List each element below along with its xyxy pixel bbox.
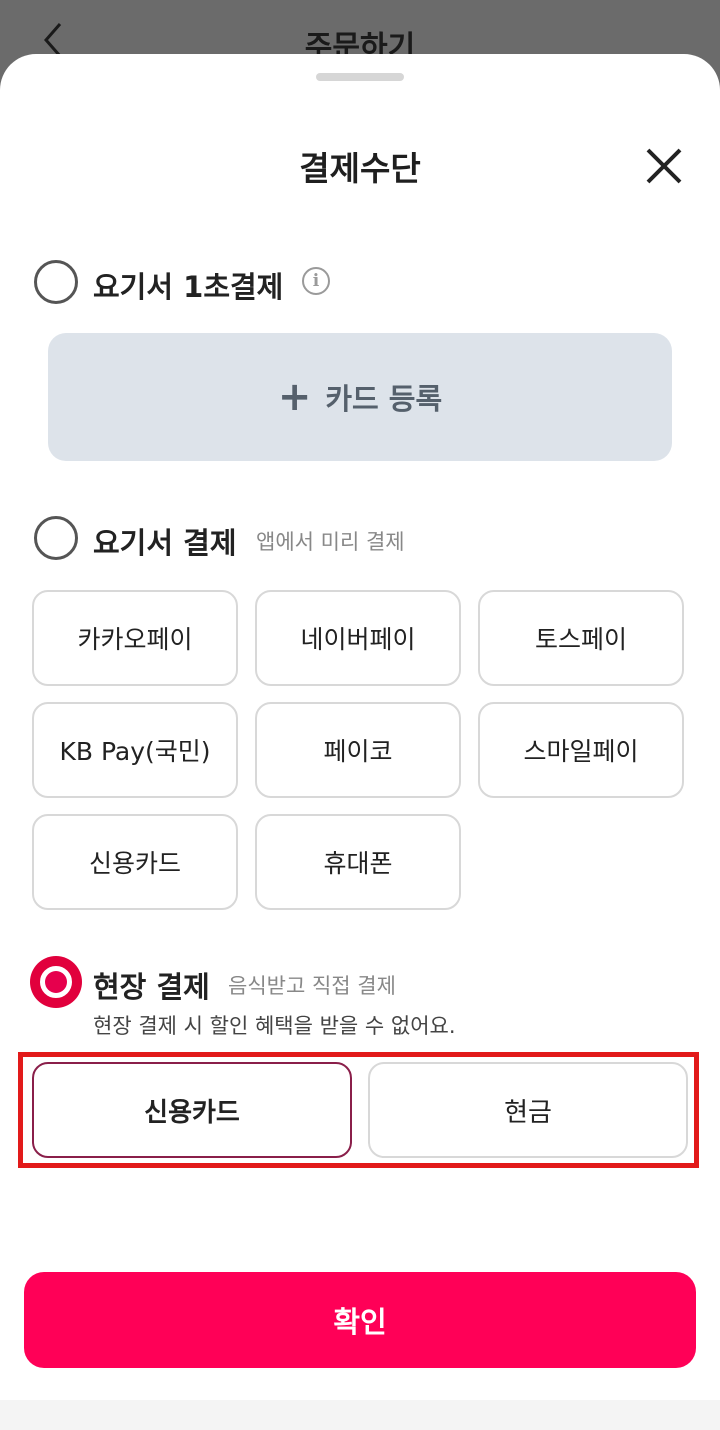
onsite-pay-label: 현장 결제	[93, 970, 210, 1004]
sheet-grabber[interactable]	[316, 73, 404, 81]
quick-pay-label: 요기서 1초결제	[93, 270, 284, 304]
info-icon[interactable]: i	[302, 267, 330, 295]
onsite-method-credit-card[interactable]: 신용카드	[32, 1062, 352, 1158]
onsite-pay-notice: 현장 결제 시 할인 혜택을 받을 수 없어요.	[93, 1014, 456, 1038]
pay-method-tosspay[interactable]: 토스페이	[478, 590, 684, 686]
close-icon[interactable]	[640, 142, 688, 190]
radio-selected-dot	[45, 971, 67, 993]
onsite-method-cash[interactable]: 현금	[368, 1062, 688, 1158]
confirm-button[interactable]: 확인	[24, 1272, 696, 1368]
plus-icon: +	[277, 374, 312, 420]
pay-method-smilepay[interactable]: 스마일페이	[478, 702, 684, 798]
pay-method-kbpay[interactable]: KB Pay(국민)	[32, 702, 238, 798]
bottom-strip	[0, 1400, 720, 1430]
radio-onsite-pay[interactable]	[34, 960, 78, 1004]
pay-method-payco[interactable]: 페이코	[255, 702, 461, 798]
pay-method-naverpay[interactable]: 네이버페이	[255, 590, 461, 686]
card-register-button[interactable]: + 카드 등록	[48, 333, 672, 461]
pay-method-mobile[interactable]: 휴대폰	[255, 814, 461, 910]
radio-app-pay[interactable]	[34, 516, 78, 560]
app-pay-label: 요기서 결제	[93, 526, 237, 560]
onsite-pay-sub: 음식받고 직접 결제	[228, 974, 396, 998]
card-register-label: 카드 등록	[325, 382, 443, 416]
sheet-title: 결제수단	[299, 149, 421, 188]
app-pay-sub: 앱에서 미리 결제	[256, 530, 405, 554]
payment-method-sheet: 결제수단 요기서 1초결제 i + 카드 등록 요기서 결제 앱에서 미리 결제…	[0, 54, 720, 1430]
pay-method-credit-card[interactable]: 신용카드	[32, 814, 238, 910]
radio-quick-pay[interactable]	[34, 260, 78, 304]
pay-method-kakaopay[interactable]: 카카오페이	[32, 590, 238, 686]
